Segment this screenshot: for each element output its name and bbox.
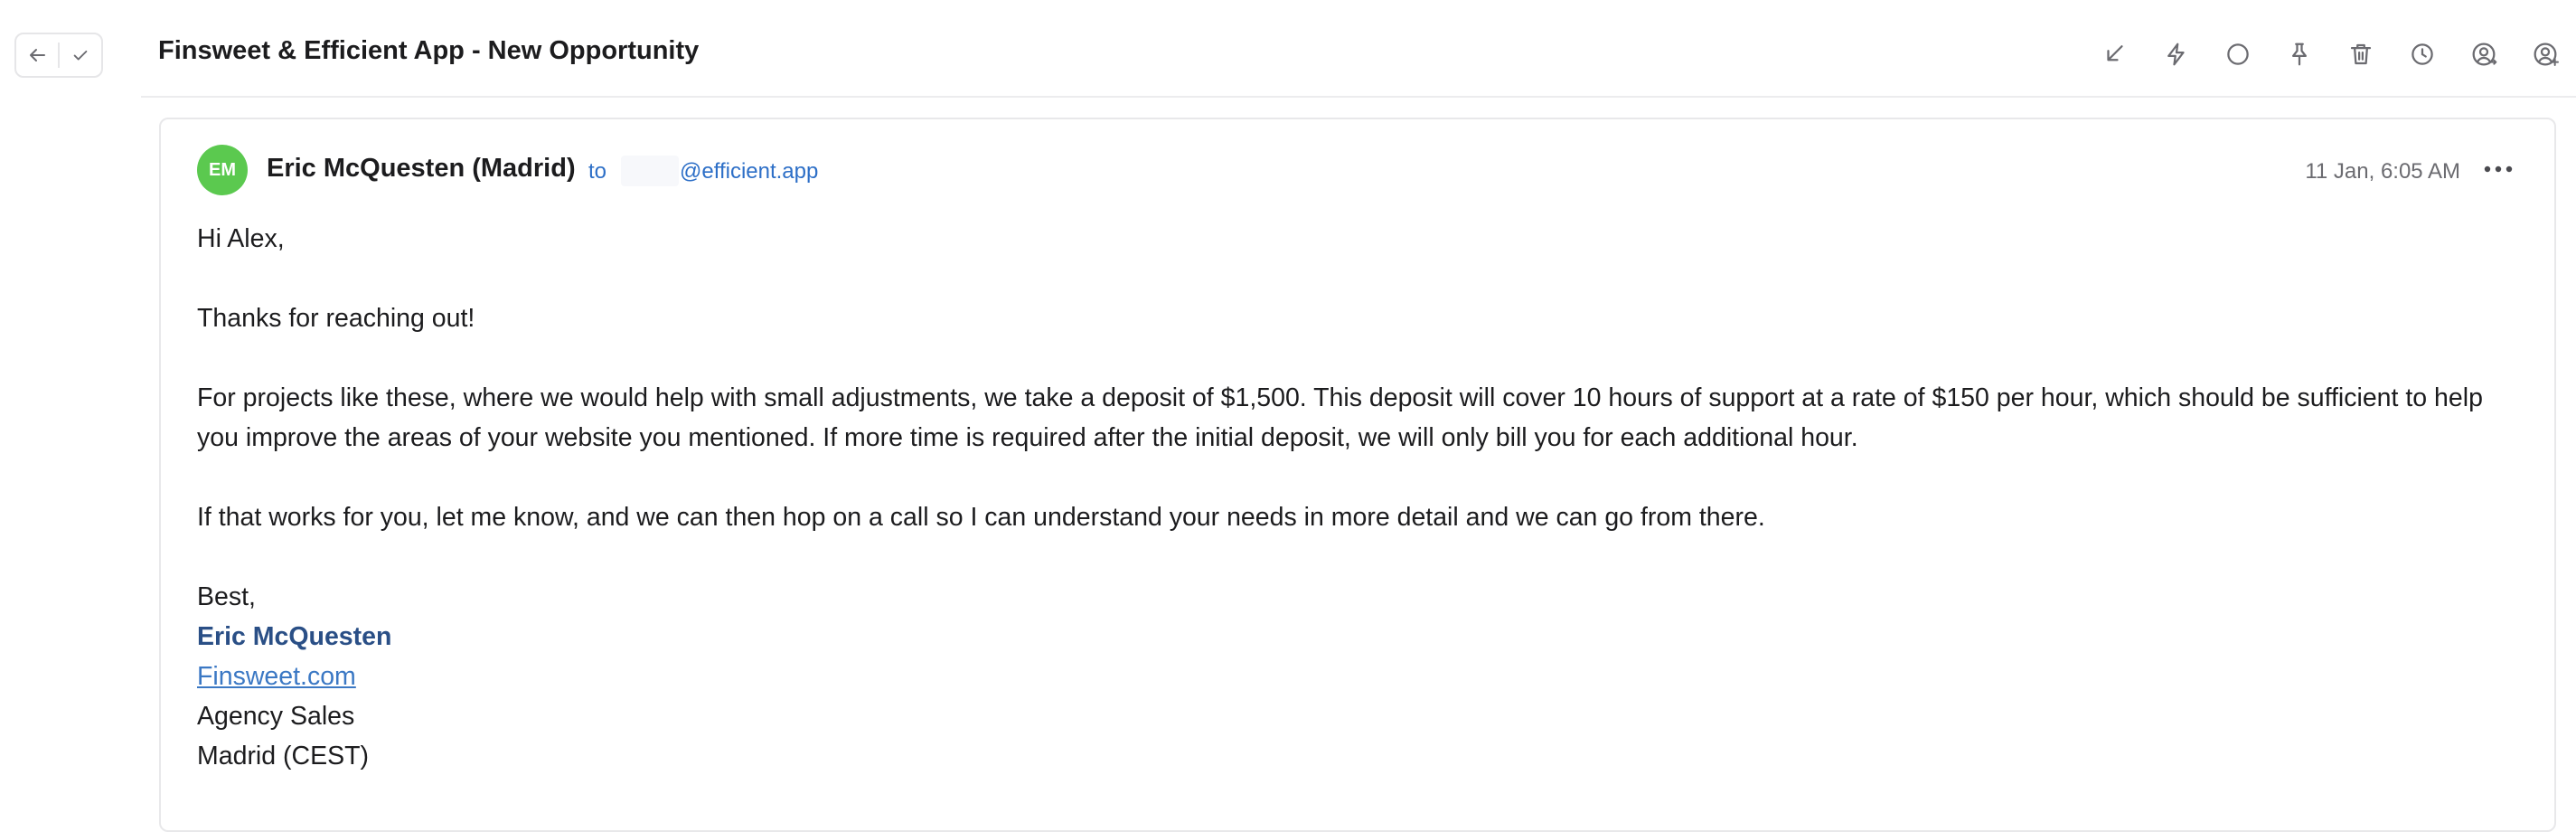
archive-button[interactable]	[2084, 27, 2146, 81]
assign-user-icon	[2472, 43, 2497, 66]
back-button[interactable]	[16, 34, 58, 76]
more-options-button[interactable]	[2480, 156, 2516, 183]
sender-name[interactable]: Eric McQuesten (Madrid)	[267, 154, 576, 184]
avatar[interactable]: EM	[197, 145, 248, 195]
pin-button[interactable]	[2269, 27, 2330, 81]
message-date: 11 Jan, 6:05 AM	[2305, 159, 2460, 184]
body-paragraph: For projects like these, where we would …	[197, 383, 2483, 452]
body-paragraph: Thanks for reaching out!	[197, 304, 475, 333]
trash-icon	[2350, 43, 2372, 65]
greeting: Hi Alex,	[197, 224, 285, 253]
quick-action-button[interactable]	[2146, 27, 2207, 81]
arrow-left-icon	[30, 49, 46, 61]
recipient-label: to	[588, 159, 607, 184]
delete-button[interactable]	[2330, 27, 2392, 81]
more-dots-icon	[2484, 165, 2513, 173]
nav-button-group	[14, 33, 103, 78]
add-participant-button[interactable]	[2515, 27, 2576, 81]
message-card: EM Eric McQuesten (Madrid) to @efficient…	[159, 118, 2556, 832]
signoff: Best,	[197, 582, 256, 611]
clock-icon	[2411, 43, 2433, 65]
thread-toolbar	[2084, 27, 2576, 81]
signature-title: Agency Sales	[197, 702, 355, 731]
signature-website-link[interactable]: Finsweet.com	[197, 662, 356, 691]
redacted-recipient	[621, 156, 679, 186]
signature-name: Eric McQuesten	[197, 622, 392, 651]
mark-unread-button[interactable]	[2207, 27, 2269, 81]
pin-icon	[2292, 43, 2307, 66]
signature-location: Madrid (CEST)	[197, 742, 370, 771]
check-icon	[73, 50, 88, 61]
circle-icon	[2227, 43, 2249, 65]
recipient-email[interactable]: @efficient.app	[680, 159, 818, 184]
body-paragraph: If that works for you, let me know, and …	[197, 503, 1765, 532]
assign-button[interactable]	[2453, 27, 2515, 81]
lightning-icon	[2167, 43, 2185, 66]
snooze-button[interactable]	[2392, 27, 2453, 81]
header-divider	[141, 96, 2576, 98]
thread-subject: Finsweet & Efficient App - New Opportuni…	[158, 36, 700, 65]
mark-done-button[interactable]	[60, 34, 101, 76]
archive-icon	[2107, 45, 2123, 61]
message-body: Hi Alex, Thanks for reaching out! For pr…	[197, 219, 2529, 776]
add-user-icon	[2534, 43, 2559, 66]
